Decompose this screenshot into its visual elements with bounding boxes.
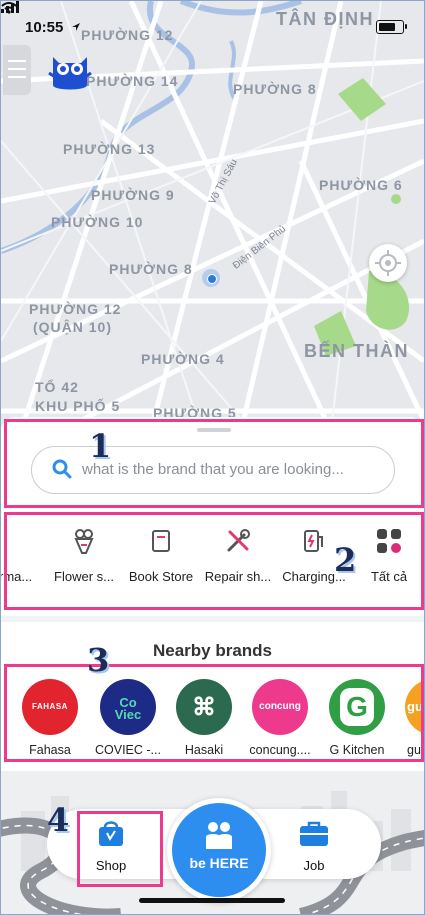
- annotation-box-4: [77, 811, 163, 887]
- district-label: PHƯỜNG 4: [141, 351, 225, 367]
- menu-icon-line: [8, 68, 26, 70]
- crosshair-icon: [375, 250, 401, 276]
- menu-button[interactable]: [3, 45, 31, 95]
- district-label: PHƯỜNG 12: [29, 301, 122, 317]
- briefcase-icon: [300, 821, 328, 846]
- district-label: PHƯỜNG 8: [109, 261, 193, 277]
- map-view[interactable]: TÂN ĐỊNH PHƯỜNG 12 PHƯỜNG 14 PHƯỜNG 8 PH…: [1, 1, 424, 431]
- status-bar: 10:55: [1, 1, 424, 49]
- menu-icon: [8, 60, 26, 62]
- annotation-number-4: 4: [47, 801, 70, 839]
- wifi-icon: [1, 2, 17, 14]
- people-icon: [206, 822, 232, 849]
- location-arrow-icon: [72, 23, 80, 31]
- behere-center-button[interactable]: be HERE: [167, 798, 271, 902]
- job-nav-label: Job: [303, 858, 325, 873]
- annotation-number-2: 2: [334, 541, 357, 579]
- annotation-box-3: [4, 664, 424, 762]
- annotation-number-3: 3: [87, 641, 110, 679]
- battery-icon: [376, 20, 407, 34]
- status-time: 10:55: [25, 19, 64, 36]
- app-frame: TÂN ĐỊNH PHƯỜNG 12 PHƯỜNG 14 PHƯỜNG 8 PH…: [0, 0, 425, 915]
- owl-mascot-icon[interactable]: [47, 51, 93, 93]
- district-label: TỔ 42: [35, 379, 79, 395]
- district-label: (QUẬN 10): [33, 319, 113, 335]
- district-label: PHƯỜNG 14: [86, 73, 179, 89]
- annotation-box-1: [4, 419, 424, 508]
- annotation-box-2: [4, 512, 424, 610]
- recenter-location-button[interactable]: [369, 244, 407, 282]
- home-indicator: [139, 898, 285, 903]
- section-divider: [1, 616, 424, 622]
- behere-label: be HERE: [189, 855, 249, 871]
- district-label: BẾN THÀN: [304, 341, 409, 361]
- district-label: PHƯỜNG 8: [233, 81, 317, 97]
- job-nav-button[interactable]: Job: [282, 819, 346, 873]
- menu-icon-line: [8, 76, 26, 78]
- district-label: PHƯỜNG 10: [51, 214, 144, 230]
- nearby-brands-title: Nearby brands: [152, 641, 273, 660]
- district-label: PHƯỜNG 9: [91, 187, 175, 203]
- district-label: PHƯỜNG 13: [63, 141, 156, 157]
- district-label: PHƯỜNG 6: [319, 177, 403, 193]
- district-label: KHU PHỐ 5: [35, 398, 121, 414]
- current-location-marker: [202, 269, 220, 287]
- annotation-number-1: 1: [89, 427, 112, 465]
